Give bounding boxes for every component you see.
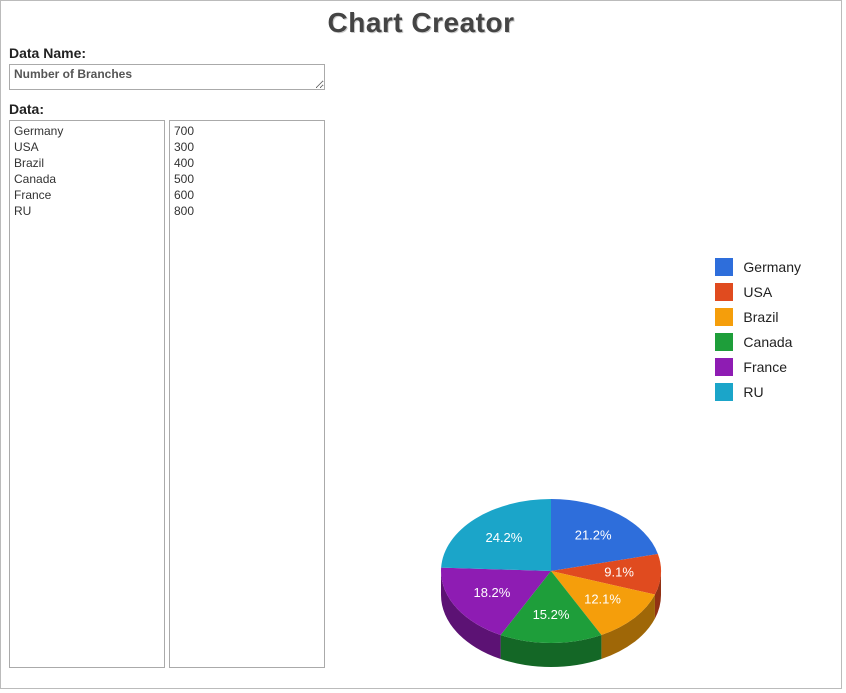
legend-item: Germany bbox=[715, 258, 801, 276]
legend-swatch bbox=[715, 383, 733, 401]
legend-swatch bbox=[715, 283, 733, 301]
pie-slice-label: 12.1% bbox=[584, 592, 621, 607]
values-input[interactable]: 700 300 400 500 600 800 bbox=[169, 120, 325, 668]
legend-swatch bbox=[715, 308, 733, 326]
page-title: Chart Creator bbox=[1, 1, 841, 39]
chart-legend: Germany USA Brazil Canada France RU bbox=[715, 251, 801, 408]
legend-swatch bbox=[715, 258, 733, 276]
data-name-input[interactable] bbox=[9, 64, 325, 90]
legend-swatch bbox=[715, 333, 733, 351]
data-name-label: Data Name: bbox=[9, 45, 329, 61]
pie-slice-label: 24.2% bbox=[485, 530, 522, 545]
legend-label: Canada bbox=[743, 334, 792, 350]
legend-label: RU bbox=[743, 384, 763, 400]
legend-item: RU bbox=[715, 383, 801, 401]
legend-item: Brazil bbox=[715, 308, 801, 326]
data-label: Data: bbox=[9, 101, 329, 117]
legend-label: USA bbox=[743, 284, 772, 300]
legend-label: Germany bbox=[743, 259, 801, 275]
pie-slice-label: 21.2% bbox=[575, 527, 612, 542]
legend-item: USA bbox=[715, 283, 801, 301]
pie-chart: 21.2% 9.1% 12.1% 15.2% 18.2% 24.2% bbox=[401, 461, 701, 681]
left-panel: Data Name: Data: Germany USA Brazil Cana… bbox=[9, 45, 329, 668]
pie-slice-label: 18.2% bbox=[473, 585, 510, 600]
legend-label: France bbox=[743, 359, 787, 375]
categories-input[interactable]: Germany USA Brazil Canada France RU bbox=[9, 120, 165, 668]
legend-swatch bbox=[715, 358, 733, 376]
legend-item: Canada bbox=[715, 333, 801, 351]
pie-slice-label: 9.1% bbox=[604, 565, 634, 580]
legend-item: France bbox=[715, 358, 801, 376]
legend-label: Brazil bbox=[743, 309, 778, 325]
pie-slice-label: 15.2% bbox=[533, 607, 570, 622]
app-window: Chart Creator Data Name: Data: Germany U… bbox=[0, 0, 842, 689]
data-columns: Germany USA Brazil Canada France RU 700 … bbox=[9, 120, 329, 668]
